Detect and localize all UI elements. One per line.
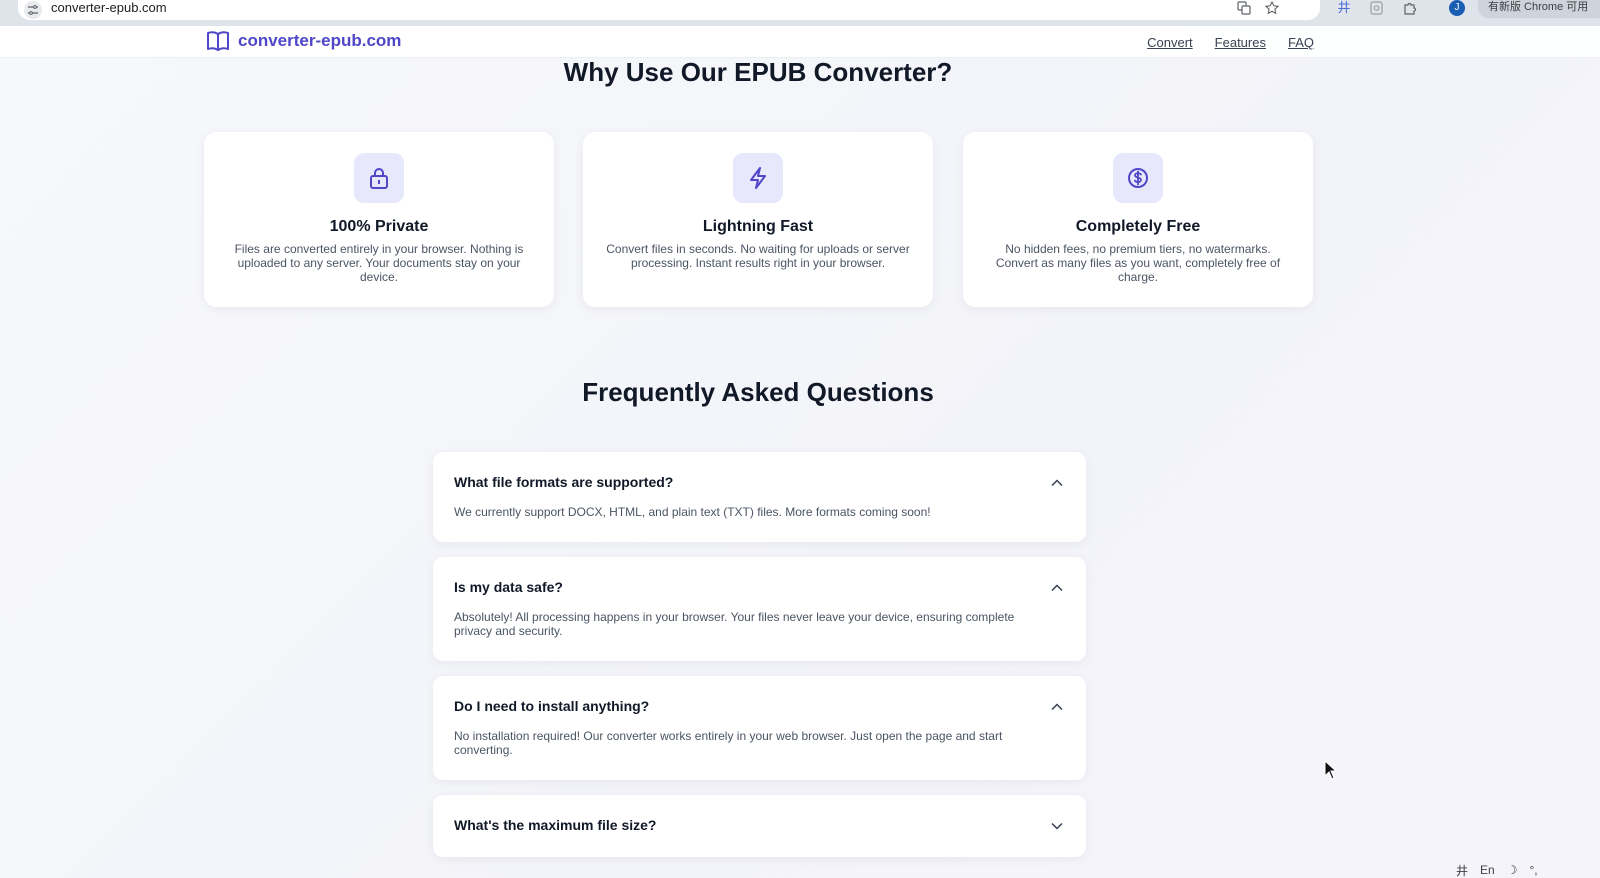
feature-title: 100% Private xyxy=(329,218,429,235)
faq-question[interactable]: What's the maximum file size? xyxy=(454,817,657,833)
feature-card-fast: Lightning Fast Convert files in seconds.… xyxy=(583,132,933,307)
book-icon xyxy=(207,31,229,51)
logo-text: converter-epub.com xyxy=(238,31,402,50)
nav-faq-link[interactable]: FAQ xyxy=(1288,35,1314,50)
chevron-up-icon[interactable] xyxy=(1050,581,1064,595)
faq-question[interactable]: Is my data safe? xyxy=(454,579,563,595)
dollar-icon xyxy=(1113,153,1163,203)
language-indicator[interactable]: En xyxy=(1480,863,1495,877)
site-header: converter-epub.com Convert Features FAQ xyxy=(0,26,1600,58)
feature-title: Lightning Fast xyxy=(702,218,814,235)
faq-section-title: Frequently Asked Questions xyxy=(582,377,934,407)
extension-doc-icon[interactable] xyxy=(1368,0,1384,16)
mouse-cursor-icon xyxy=(1324,760,1338,780)
faq-question[interactable]: What file formats are supported? xyxy=(454,474,673,490)
faq-item-formats[interactable]: What file formats are supported? We curr… xyxy=(433,452,1086,542)
features-section-title: Why Use Our EPUB Converter? xyxy=(563,57,953,87)
faq-item-max-size[interactable]: What's the maximum file size? xyxy=(433,795,1086,857)
bookmark-star-icon[interactable] xyxy=(1264,0,1280,16)
chrome-update-button[interactable]: 有新版 Chrome 可用 xyxy=(1478,0,1600,18)
translate-icon[interactable] xyxy=(1236,0,1252,16)
profile-avatar[interactable]: J xyxy=(1449,0,1465,16)
feature-card-free: Completely Free No hidden fees, no premi… xyxy=(963,132,1313,307)
moon-icon[interactable]: ☽ xyxy=(1507,863,1518,877)
feature-title: Completely Free xyxy=(1075,218,1201,235)
url-text[interactable]: converter-epub.com xyxy=(51,0,167,15)
feature-description: Convert files in seconds. No waiting for… xyxy=(606,242,910,270)
site-info-icon[interactable] xyxy=(24,1,42,19)
chevron-up-icon[interactable] xyxy=(1050,700,1064,714)
feature-description: Files are converted entirely in your bro… xyxy=(234,242,524,284)
faq-item-data-safe[interactable]: Is my data safe? Absolutely! All process… xyxy=(433,557,1086,661)
address-bar[interactable]: converter-epub.com xyxy=(18,0,1320,20)
faq-answer: Absolutely! All processing happens in yo… xyxy=(454,610,1015,638)
site-logo[interactable]: converter-epub.com xyxy=(206,30,401,52)
lock-icon xyxy=(354,153,404,203)
nav-convert-link[interactable]: Convert xyxy=(1147,35,1193,50)
main-nav: Convert Features FAQ xyxy=(1147,35,1314,50)
extension-hash-icon[interactable]: 井 xyxy=(1336,0,1352,16)
chevron-up-icon[interactable] xyxy=(1050,476,1064,490)
nav-features-link[interactable]: Features xyxy=(1215,35,1266,50)
browser-toolbar: converter-epub.com 井 J 有新版 Chrome 可用 xyxy=(0,0,1600,26)
feature-card-private: 100% Private Files are converted entirel… xyxy=(204,132,554,307)
settings-icon[interactable]: °, xyxy=(1529,863,1537,877)
chevron-down-icon[interactable] xyxy=(1050,819,1064,833)
lightning-icon xyxy=(733,153,783,203)
faq-answer: We currently support DOCX, HTML, and pla… xyxy=(454,505,931,519)
extensions-puzzle-icon[interactable] xyxy=(1402,0,1418,16)
faq-answer: No installation required! Our converter … xyxy=(454,729,1003,757)
faq-question[interactable]: Do I need to install anything? xyxy=(454,698,649,714)
faq-item-install[interactable]: Do I need to install anything? No instal… xyxy=(433,676,1086,780)
input-method-icon[interactable]: 井 xyxy=(1456,862,1468,878)
system-tray: 井 En ☽ °, xyxy=(1448,862,1600,878)
feature-description: No hidden fees, no premium tiers, no wat… xyxy=(995,242,1281,284)
